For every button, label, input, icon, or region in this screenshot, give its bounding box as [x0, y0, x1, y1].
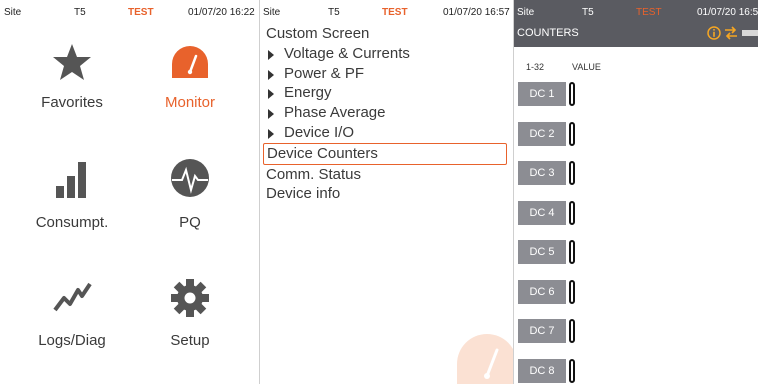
counter-value: [569, 82, 575, 106]
menu-item-device-counters[interactable]: Device Counters: [263, 142, 507, 165]
tile-logs-diag[interactable]: Logs/Diag: [22, 278, 122, 358]
mode-label: TEST: [128, 7, 154, 18]
counters-title-bar: COUNTERS: [514, 20, 758, 47]
counter-value: [569, 200, 575, 225]
monitor-menu: Custom Screen Voltage & Currents Power &…: [263, 24, 507, 204]
counter-button[interactable]: DC 5: [518, 240, 566, 264]
tile-label: Monitor: [164, 94, 216, 111]
counter-button[interactable]: DC 8: [518, 358, 566, 383]
expand-arrow-icon: [268, 89, 274, 100]
monitor-menu-screen: Site T5 TEST 01/07/20 16:57 Custom Scree…: [260, 0, 514, 384]
tile-consumption[interactable]: Consumpt.: [22, 158, 122, 238]
counters-screen: Site T5 TEST 01/07/20 16:5 COUNTERS 1-32…: [514, 0, 758, 384]
counter-value: [569, 161, 575, 185]
mode-label: TEST: [382, 7, 408, 18]
gauge-icon: [172, 46, 208, 78]
counter-button[interactable]: DC 1: [518, 82, 566, 106]
gear-icon: [171, 279, 209, 317]
tile-label: PQ: [179, 214, 201, 231]
expand-arrow-icon: [268, 69, 274, 80]
expand-arrow-icon: [268, 109, 274, 120]
menu-item-device-io[interactable]: Device I/O: [266, 123, 507, 143]
tile-label: Setup: [170, 332, 210, 349]
home-screen: Site T5 TEST 01/07/20 16:22 Favorites Mo…: [0, 0, 260, 384]
menu-item-custom-screen[interactable]: Custom Screen: [266, 24, 507, 44]
site-label: Site: [263, 7, 281, 18]
counter-button[interactable]: DC 3: [518, 161, 566, 185]
device-label: T5: [74, 7, 86, 18]
waveform-icon: [171, 159, 209, 197]
mode-label: TEST: [636, 7, 662, 18]
menu-item-label: Energy: [284, 84, 332, 102]
column-header-range: 1-32: [526, 62, 545, 72]
tile-setup[interactable]: Setup: [140, 278, 240, 358]
transfer-icon[interactable]: [724, 26, 738, 40]
tile-favorites[interactable]: Favorites: [22, 40, 122, 120]
menu-item-phase-average[interactable]: Phase Average: [266, 103, 507, 123]
device-label: T5: [328, 7, 340, 18]
tile-label: Logs/Diag: [38, 332, 106, 349]
counter-button[interactable]: DC 7: [518, 319, 566, 343]
expand-arrow-icon: [268, 128, 274, 139]
counter-value: [569, 358, 575, 383]
column-header-value: VALUE: [572, 62, 601, 72]
tile-label: Favorites: [41, 94, 103, 111]
menu-item-label: Device I/O: [284, 123, 355, 141]
datetime-label: 01/07/20 16:57: [443, 7, 510, 18]
menu-item-energy[interactable]: Energy: [266, 83, 507, 103]
star-icon: [53, 44, 91, 80]
info-icon[interactable]: [707, 26, 721, 40]
site-label: Site: [4, 7, 22, 18]
counter-value: [569, 121, 575, 146]
expand-arrow-icon: [268, 49, 274, 60]
page-title: COUNTERS: [517, 27, 579, 39]
datetime-label: 01/07/20 16:5: [697, 7, 758, 18]
bar-chart-icon: [56, 162, 86, 198]
menu-item-comm-status[interactable]: Comm. Status: [266, 165, 507, 185]
menu-item-power-pf[interactable]: Power & PF: [266, 64, 507, 84]
menu-item-label: Power & PF: [284, 64, 365, 82]
counter-button[interactable]: DC 2: [518, 121, 566, 146]
counter-button[interactable]: DC 4: [518, 200, 566, 225]
tile-pq[interactable]: PQ: [140, 158, 240, 238]
counter-value: [569, 240, 575, 264]
device-label: T5: [582, 7, 594, 18]
counter-value: [569, 279, 575, 304]
datetime-label: 01/07/20 16:22: [188, 7, 255, 18]
counter-button[interactable]: DC 6: [518, 279, 566, 304]
status-bar: Site T5 TEST 01/07/20 16:5: [514, 0, 758, 20]
menu-item-label: Voltage & Currents: [284, 44, 410, 62]
tile-monitor[interactable]: Monitor: [140, 40, 240, 120]
counter-value: [569, 319, 575, 343]
status-bar: Site T5 TEST 01/07/20 16:57: [260, 0, 513, 20]
status-bar: Site T5 TEST 01/07/20 16:22: [0, 0, 259, 20]
menu-item-device-info[interactable]: Device info: [266, 184, 507, 204]
menu-item-label: Phase Average: [284, 104, 386, 122]
tile-label: Consumpt.: [35, 214, 109, 231]
site-label: Site: [517, 7, 535, 18]
menu-item-voltage-currents[interactable]: Voltage & Currents: [266, 44, 507, 64]
trend-icon: [53, 282, 92, 312]
battery-icon: [742, 30, 758, 36]
watermark-gauge-icon: [457, 334, 513, 384]
